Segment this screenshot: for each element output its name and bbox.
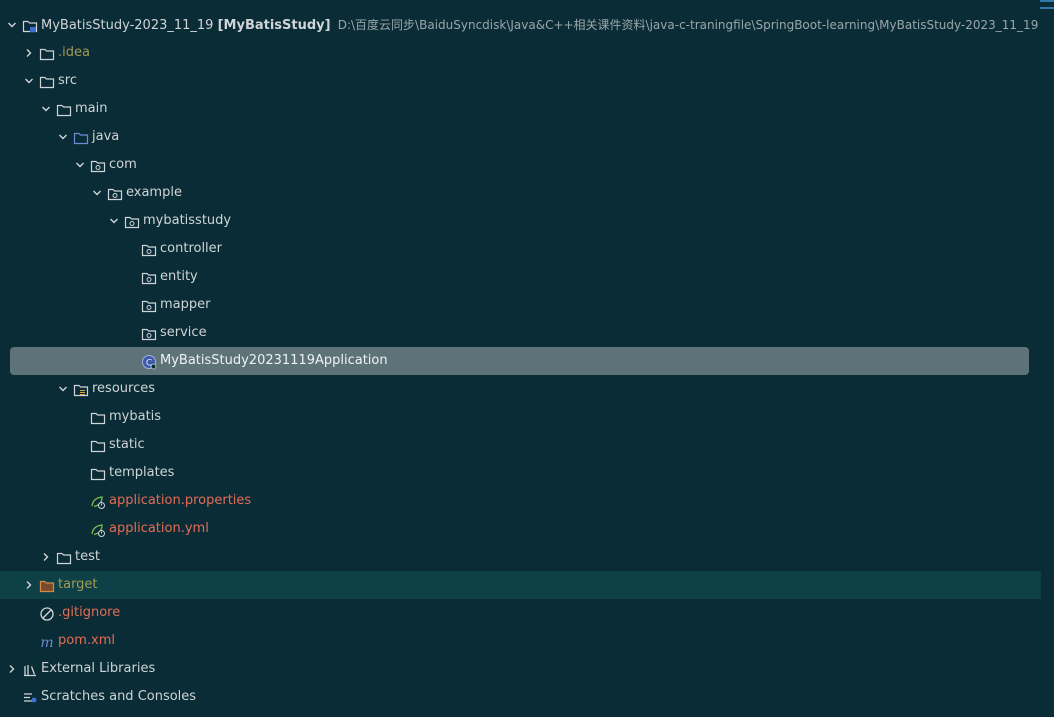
project-name: MyBatisStudy-2023_11_19 — [41, 18, 214, 33]
tree-row-target[interactable]: target — [0, 571, 1054, 599]
tree-row-resources[interactable]: resources — [0, 375, 1054, 403]
tree-label-gitignore: .gitignore — [58, 605, 121, 620]
tree-row-application-class[interactable]: C MyBatisStudy20231119Application — [0, 347, 1054, 375]
tree-row-service[interactable]: service — [0, 319, 1054, 347]
tree-row-pom[interactable]: m pom.xml — [0, 627, 1054, 655]
folder-icon — [90, 437, 106, 453]
svg-text:m: m — [40, 635, 53, 650]
tree-label-main: main — [75, 101, 108, 116]
source-root-folder-icon — [73, 129, 89, 145]
tree-row-idea[interactable]: .idea — [0, 39, 1054, 67]
tree-label-service: service — [160, 325, 207, 340]
tree-label-pom: pom.xml — [58, 633, 115, 648]
chevron-right-icon[interactable] — [40, 543, 52, 571]
module-folder-icon — [22, 17, 38, 33]
tree-row-project-root[interactable]: MyBatisStudy-2023_11_19 [MyBatisStudy] D… — [0, 11, 1054, 39]
package-icon — [124, 213, 140, 229]
spring-boot-class-icon: C — [141, 353, 157, 370]
tree-label-application-yml: application.yml — [109, 521, 209, 536]
spring-config-icon — [90, 521, 106, 537]
tree-label-idea: .idea — [58, 45, 90, 60]
tree-label-target: target — [58, 577, 98, 592]
tree-row-mybatis[interactable]: mybatis — [0, 403, 1054, 431]
tree-label-resources: resources — [92, 381, 156, 396]
gitignore-icon — [39, 605, 55, 621]
chevron-down-icon[interactable] — [6, 11, 18, 39]
folder-icon — [90, 409, 106, 425]
package-icon — [141, 297, 157, 313]
package-icon — [107, 185, 123, 201]
tree-label-controller: controller — [160, 241, 223, 256]
chevron-right-icon[interactable] — [6, 655, 18, 683]
tree-row-example[interactable]: example — [0, 179, 1054, 207]
tree-row-templates[interactable]: templates — [0, 459, 1054, 487]
tree-label-com: com — [109, 157, 137, 172]
tree-label-static: static — [109, 437, 145, 452]
tree-row-controller[interactable]: controller — [0, 235, 1054, 263]
chevron-right-icon[interactable] — [23, 39, 35, 67]
tree-row-src[interactable]: src — [0, 67, 1054, 95]
tree-row-entity[interactable]: entity — [0, 263, 1054, 291]
tree-row-java[interactable]: java — [0, 123, 1054, 151]
package-icon — [90, 157, 106, 173]
tree-label-src: src — [58, 73, 77, 88]
folder-icon — [39, 73, 55, 89]
package-icon — [141, 325, 157, 341]
chevron-down-icon[interactable] — [57, 123, 69, 151]
tree-row-main[interactable]: main — [0, 95, 1054, 123]
tree-label-java: java — [92, 129, 120, 144]
scrollbar-indicator[interactable] — [1040, 0, 1054, 2]
resources-root-folder-icon — [73, 381, 89, 397]
package-icon — [141, 269, 157, 285]
chevron-right-icon[interactable] — [23, 571, 35, 599]
tree-row-mapper[interactable]: mapper — [0, 291, 1054, 319]
spring-config-icon — [90, 493, 106, 509]
tree-label-mapper: mapper — [160, 297, 211, 312]
chevron-down-icon[interactable] — [57, 375, 69, 403]
module-name: [MyBatisStudy] — [217, 18, 331, 33]
chevron-down-icon[interactable] — [23, 67, 35, 95]
package-icon — [141, 241, 157, 257]
tree-label-templates: templates — [109, 465, 175, 480]
folder-icon — [56, 101, 72, 117]
tree-row-application-yml[interactable]: application.yml — [0, 515, 1054, 543]
tree-row-test[interactable]: test — [0, 543, 1054, 571]
tree-label-external-libraries: External Libraries — [41, 661, 156, 676]
project-path: D:\百度云同步\BaiduSyncdisk\Java&C++相关课件资料\ja… — [337, 18, 1039, 32]
chevron-down-icon[interactable] — [108, 207, 120, 235]
tree-row-external-libraries[interactable]: External Libraries — [0, 655, 1054, 683]
tree-label-mybatisstudy: mybatisstudy — [143, 213, 232, 228]
chevron-down-icon[interactable] — [40, 95, 52, 123]
scrollbar-indicator[interactable] — [1040, 7, 1054, 9]
tree-row-gitignore[interactable]: .gitignore — [0, 599, 1054, 627]
tree-label-entity: entity — [160, 269, 198, 284]
folder-icon — [56, 549, 72, 565]
folder-icon — [39, 45, 55, 61]
tree-label-test: test — [75, 549, 100, 564]
tree-label-application-class: MyBatisStudy20231119Application — [160, 353, 388, 368]
scratches-icon — [22, 689, 38, 705]
tree-row-mybatisstudy[interactable]: mybatisstudy — [0, 207, 1054, 235]
tree-row-static[interactable]: static — [0, 431, 1054, 459]
tree-row-application-properties[interactable]: application.properties — [0, 487, 1054, 515]
libraries-icon — [22, 661, 38, 677]
project-tree[interactable]: MyBatisStudy-2023_11_19 [MyBatisStudy] D… — [0, 11, 1054, 711]
tree-label-application-properties: application.properties — [109, 493, 252, 508]
tree-row-com[interactable]: com — [0, 151, 1054, 179]
tree-label-mybatis: mybatis — [109, 409, 162, 424]
excluded-folder-icon — [39, 577, 55, 593]
folder-icon — [90, 465, 106, 481]
chevron-down-icon[interactable] — [74, 151, 86, 179]
chevron-down-icon[interactable] — [91, 179, 103, 207]
tree-label-example: example — [126, 185, 182, 200]
maven-icon: m — [39, 633, 55, 651]
